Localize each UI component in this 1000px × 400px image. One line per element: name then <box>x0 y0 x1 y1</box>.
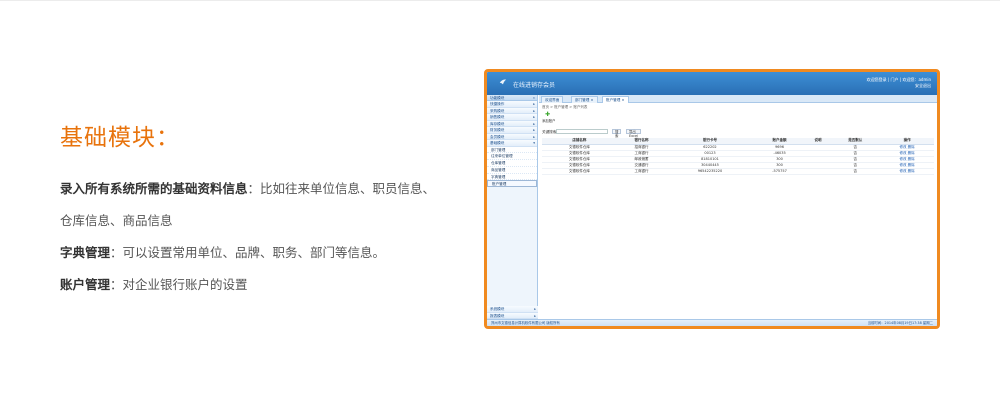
logout-link[interactable]: 安全退出 <box>867 83 931 89</box>
main-content: 欢迎界面 部门管理 × 账户管理 × 首页 > 账户管理 > 账户列表 ✚ 添加… <box>539 95 937 319</box>
breadcrumb: 首页 > 账户管理 > 账户列表 <box>542 105 588 109</box>
expand-icon: ▸ <box>534 307 536 311</box>
subitem-partner[interactable]: 往来单位管理 <box>487 153 537 161</box>
subitem-goods[interactable]: 商品管理 <box>487 166 537 174</box>
search-row: 关键搜索： 搜 索 导出Excel <box>542 129 641 138</box>
desc-line-3: 字典管理：可以设置常用单位、品牌、职务、部门等信息。 <box>60 245 386 260</box>
subitem-dict[interactable]: 字典管理 <box>487 173 537 181</box>
table-row: 文德软件仓库 工商银行 96542235220 -575757 否修改 删除 <box>542 168 934 175</box>
user-info: 欢迎您登录 | 门户 | 欢迎您：admin 安全退出 <box>867 77 931 89</box>
subitem-account[interactable]: 账户管理 <box>487 180 537 188</box>
search-input[interactable] <box>556 129 608 134</box>
expand-icon: ▸ <box>533 128 535 132</box>
close-icon[interactable]: × <box>622 98 625 102</box>
subitem-dept[interactable]: 部门管理 <box>487 146 537 154</box>
app-title: 在线进销存会员 <box>513 82 556 89</box>
app-screenshot: 在线进销存会员 欢迎您登录 | 门户 | 欢迎您：admin 安全退出 功能模块… <box>484 69 940 329</box>
expand-icon: ▸ <box>533 115 535 119</box>
desc-line-4: 账户管理：对企业银行账户的设置 <box>60 277 248 292</box>
expand-icon: ▸ <box>533 134 535 139</box>
intro-panel: 基础模块： 录入所有系统所需的基础资料信息：比如往来单位信息、职员信息、 仓库信… <box>60 118 470 309</box>
status-bar: 郑州市文德信息计算机软件有限公司 版权所有 当前时间：2014年08月19日17… <box>487 319 937 326</box>
row-actions[interactable]: 修改 删除 <box>880 168 934 175</box>
expand-icon: ▸ <box>533 121 535 126</box>
add-account-button[interactable]: ✚ 添加账户 <box>542 111 556 124</box>
section-title: 基础模块： <box>60 125 180 151</box>
sidebar-item-basic[interactable]: 基础模块 ▾ <box>487 140 537 147</box>
sidebar-bottom: 系统模块 ▸ 报表模块 ▸ <box>487 306 538 319</box>
expand-icon: ▸ <box>533 108 535 113</box>
tab-account[interactable]: 账户管理 × <box>602 96 629 103</box>
close-icon[interactable]: × <box>591 98 594 102</box>
desc-line-1: 录入所有系统所需的基础资料信息：比如往来单位信息、职员信息、 <box>60 181 436 196</box>
desc-line-2: 仓库信息、商品信息 <box>60 213 173 228</box>
expand-icon: ▸ <box>533 102 535 106</box>
bird-logo-icon <box>499 79 507 85</box>
tab-dept[interactable]: 部门管理 × <box>571 96 598 103</box>
collapse-arrow-icon: ▾ <box>533 141 535 145</box>
current-time: 当前时间：2014年08月19日17:38 星期二 <box>867 321 933 325</box>
subitem-warehouse[interactable]: 仓库管理 <box>487 160 537 167</box>
expand-icon: ▸ <box>534 313 536 318</box>
top-divider <box>0 0 1000 1</box>
copyright-text: 郑州市文德信息计算机软件有限公司 版权所有 <box>491 321 560 325</box>
plus-icon: ✚ <box>545 111 551 118</box>
account-table: 店铺名称 银行名称 银行卡号 账户金额 说明 是否默认 操作 文德软件仓库 招商银… <box>542 138 934 175</box>
tab-welcome[interactable]: 欢迎界面 <box>541 96 564 103</box>
tab-bar: 欢迎界面 部门管理 × 账户管理 × <box>539 95 937 103</box>
search-button[interactable]: 搜 索 <box>612 129 622 138</box>
app-header: 在线进销存会员 欢迎您登录 | 门户 | 欢迎您：admin 安全退出 <box>487 72 937 95</box>
export-excel-button[interactable]: 导出Excel <box>626 129 641 138</box>
sidebar: 功能模块 « 快捷操作 ▸ 采购模块 ▸ 销售模块 ▸ 库存模块 ▸ 财务模块 ▸ 会员模块… <box>487 95 538 319</box>
